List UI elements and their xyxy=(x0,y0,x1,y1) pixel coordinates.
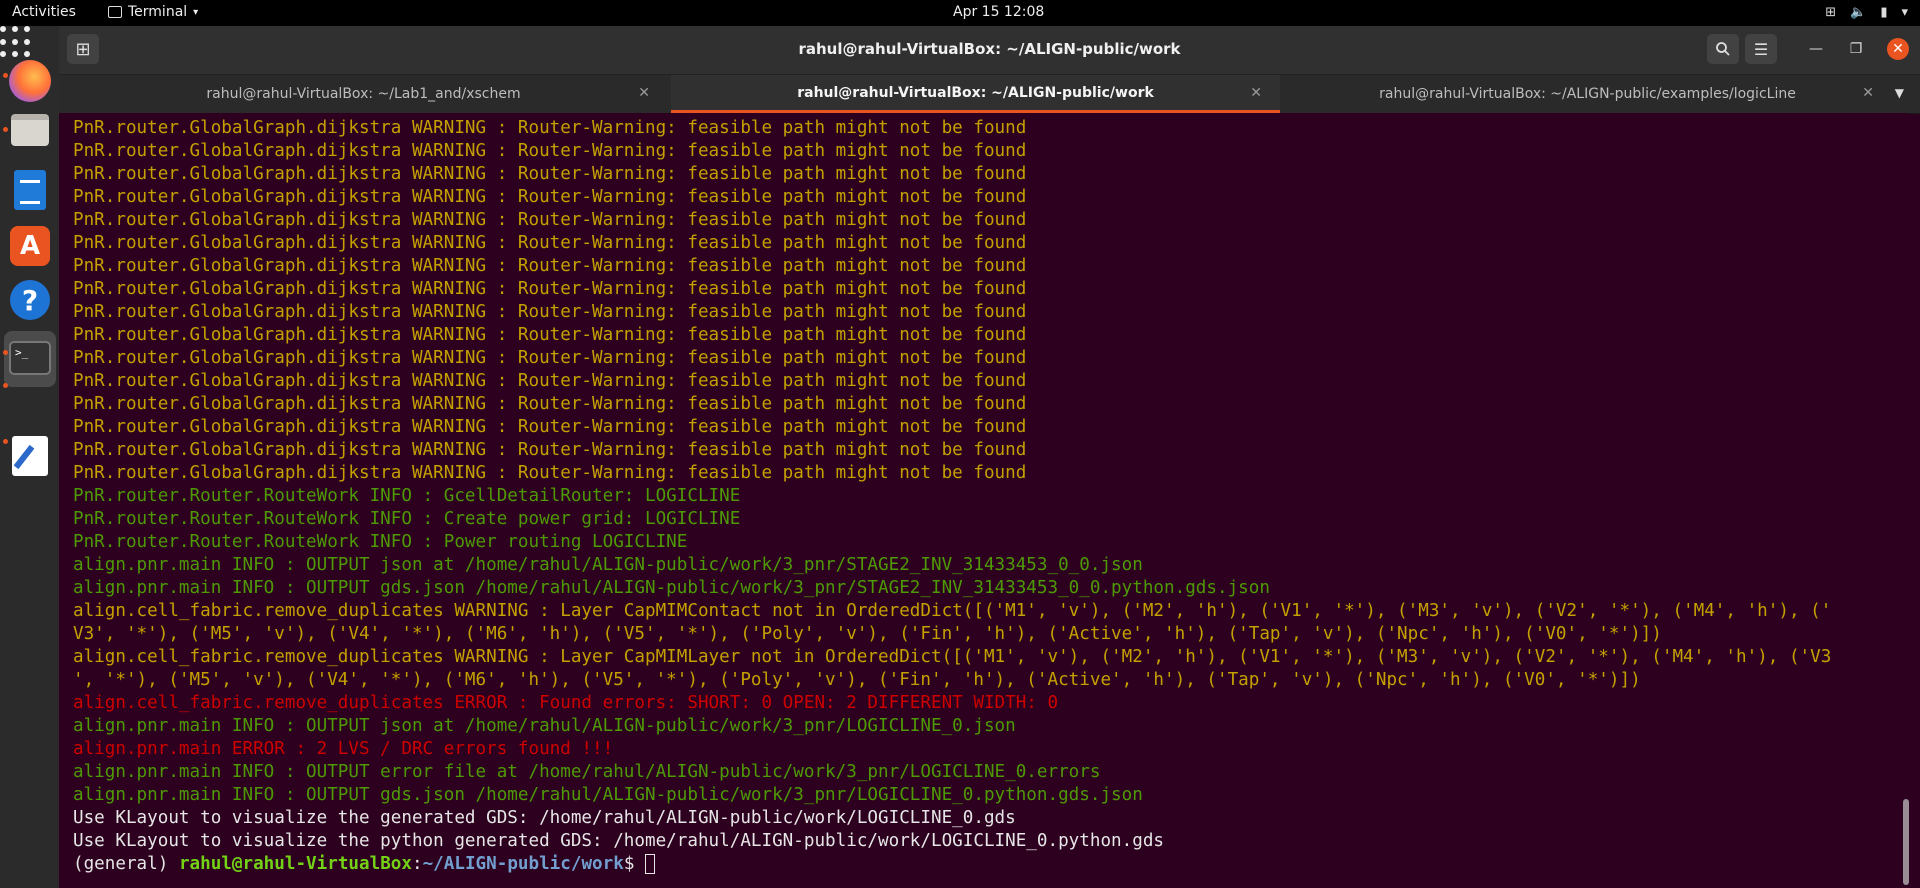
prompt-symbol: $ xyxy=(623,854,646,874)
prompt-separator: : xyxy=(411,854,423,874)
terminal-output[interactable]: PnR.router.GlobalGraph.dijkstra WARNING … xyxy=(59,113,1909,888)
prompt-user-host: rahul@rahul-VirtualBox xyxy=(178,854,412,874)
system-tray[interactable]: ⊞ 🔈 ▮ ▾ xyxy=(1825,5,1908,20)
minimize-button[interactable]: — xyxy=(1805,38,1827,60)
terminal-line: align.pnr.main INFO : OUTPUT json at /ho… xyxy=(73,716,1016,736)
power-menu-icon: ▾ xyxy=(1901,5,1908,20)
terminal-line: align.pnr.main INFO : OUTPUT gds.json /h… xyxy=(73,785,1143,805)
app-menu[interactable]: Terminal ▾ xyxy=(108,4,198,20)
tab-label: rahul@rahul-VirtualBox: ~/ALIGN-public/w… xyxy=(797,84,1154,101)
help-icon[interactable]: ? xyxy=(8,278,52,322)
terminal-line: align.cell_fabric.remove_duplicates WARN… xyxy=(73,647,1832,667)
search-icon xyxy=(1716,42,1730,56)
close-icon[interactable]: ✕ xyxy=(1250,85,1262,101)
terminal-line: PnR.router.GlobalGraph.dijkstra WARNING … xyxy=(73,141,1027,161)
battery-icon: ▮ xyxy=(1880,5,1888,20)
running-indicator xyxy=(3,73,8,78)
search-button[interactable] xyxy=(1707,34,1739,64)
terminal-line: PnR.router.GlobalGraph.dijkstra WARNING … xyxy=(73,440,1027,460)
terminal-line: PnR.router.GlobalGraph.dijkstra WARNING … xyxy=(73,210,1027,230)
terminal-line: PnR.router.GlobalGraph.dijkstra WARNING … xyxy=(73,463,1027,483)
terminal-line: align.pnr.main ERROR : 2 LVS / DRC error… xyxy=(73,739,614,759)
terminal-line: PnR.router.GlobalGraph.dijkstra WARNING … xyxy=(73,348,1027,368)
window-header: ⊞ rahul@rahul-VirtualBox: ~/ALIGN-public… xyxy=(59,26,1920,75)
files-icon[interactable] xyxy=(8,108,52,152)
terminal-line: PnR.router.GlobalGraph.dijkstra WARNING … xyxy=(73,325,1027,345)
scrollbar[interactable] xyxy=(1903,799,1909,885)
volume-icon: 🔈 xyxy=(1850,5,1867,20)
close-icon: ✕ xyxy=(1892,41,1904,57)
terminal-line: PnR.router.GlobalGraph.dijkstra WARNING … xyxy=(73,256,1027,276)
terminal-line: PnR.router.GlobalGraph.dijkstra WARNING … xyxy=(73,394,1027,414)
tab-align-work[interactable]: rahul@rahul-VirtualBox: ~/ALIGN-public/w… xyxy=(671,75,1280,113)
firefox-icon[interactable] xyxy=(9,60,51,102)
close-icon[interactable]: ✕ xyxy=(638,85,650,101)
caret-down-icon: ▾ xyxy=(193,6,199,18)
terminal-line: Use KLayout to visualize the python gene… xyxy=(73,831,1165,851)
terminal-line: PnR.router.Router.RouteWork INFO : Creat… xyxy=(73,509,741,529)
tab-label: rahul@rahul-VirtualBox: ~/ALIGN-public/e… xyxy=(1379,86,1796,102)
terminal-line: align.pnr.main INFO : OUTPUT gds.json /h… xyxy=(73,578,1270,598)
terminal-line: PnR.router.GlobalGraph.dijkstra WARNING … xyxy=(73,302,1027,322)
hamburger-menu-icon: ☰ xyxy=(1753,39,1769,59)
network-icon: ⊞ xyxy=(1825,5,1837,20)
running-indicator xyxy=(3,383,8,388)
terminal-lines: PnR.router.GlobalGraph.dijkstra WARNING … xyxy=(73,117,1893,876)
dock: A ? >_ xyxy=(0,26,59,888)
tabs-dropdown-icon[interactable]: ▼ xyxy=(1895,86,1904,100)
tab-label: rahul@rahul-VirtualBox: ~/Lab1_and/xsche… xyxy=(206,86,521,102)
libreoffice-writer-icon[interactable] xyxy=(8,168,52,212)
terminal-app-icon xyxy=(108,6,122,18)
terminal-line: PnR.router.GlobalGraph.dijkstra WARNING … xyxy=(73,233,1027,253)
text-cursor xyxy=(645,854,656,874)
terminal-line: PnR.router.GlobalGraph.dijkstra WARNING … xyxy=(73,417,1027,437)
tab-bar: rahul@rahul-VirtualBox: ~/Lab1_and/xsche… xyxy=(59,75,1920,114)
app-menu-label: Terminal xyxy=(128,4,188,20)
tab-lab1-xschem[interactable]: rahul@rahul-VirtualBox: ~/Lab1_and/xsche… xyxy=(59,75,668,113)
terminal-line: PnR.router.GlobalGraph.dijkstra WARNING … xyxy=(73,164,1027,184)
terminal-line: V3', '*'), ('M5', 'v'), ('V4', '*'), ('M… xyxy=(73,624,1662,644)
minimize-icon: — xyxy=(1809,41,1823,57)
text-editor-icon[interactable] xyxy=(8,434,52,478)
maximize-button[interactable]: ❐ xyxy=(1845,38,1867,60)
terminal-line: align.cell_fabric.remove_duplicates WARN… xyxy=(73,601,1832,621)
terminal-line: PnR.router.Router.RouteWork INFO : Power… xyxy=(73,532,688,552)
shell-prompt[interactable]: (general) rahul@rahul-VirtualBox:~/ALIGN… xyxy=(73,853,1893,876)
top-bar: Activities Terminal ▾ Apr 15 12:08 ⊞ 🔈 ▮… xyxy=(0,0,1920,26)
close-button[interactable]: ✕ xyxy=(1887,38,1909,60)
menu-button[interactable]: ☰ xyxy=(1745,34,1777,64)
maximize-icon: ❐ xyxy=(1849,41,1863,57)
clock[interactable]: Apr 15 12:08 xyxy=(953,4,1044,20)
activities-button[interactable]: Activities xyxy=(12,4,76,20)
terminal-icon[interactable]: >_ xyxy=(8,336,52,380)
terminal-line: PnR.router.GlobalGraph.dijkstra WARNING … xyxy=(73,187,1027,207)
window-title: rahul@rahul-VirtualBox: ~/ALIGN-public/w… xyxy=(798,40,1181,58)
terminal-line: PnR.router.GlobalGraph.dijkstra WARNING … xyxy=(73,279,1027,299)
show-applications-icon[interactable] xyxy=(0,26,32,58)
terminal-line: Use KLayout to visualize the generated G… xyxy=(73,808,1016,828)
terminal-line: align.cell_fabric.remove_duplicates ERRO… xyxy=(73,693,1059,713)
prompt-path: ~/ALIGN-public/work xyxy=(422,854,624,874)
terminal-line: PnR.router.GlobalGraph.dijkstra WARNING … xyxy=(73,371,1027,391)
software-store-icon[interactable]: A xyxy=(8,224,52,268)
close-icon[interactable]: ✕ xyxy=(1862,85,1874,101)
tab-align-logicline[interactable]: rahul@rahul-VirtualBox: ~/ALIGN-public/e… xyxy=(1283,75,1892,113)
terminal-line: align.pnr.main INFO : OUTPUT error file … xyxy=(73,762,1101,782)
terminal-line: align.pnr.main INFO : OUTPUT json at /ho… xyxy=(73,555,1143,575)
terminal-line: PnR.router.GlobalGraph.dijkstra WARNING … xyxy=(73,118,1027,138)
terminal-line: PnR.router.Router.RouteWork INFO : Gcell… xyxy=(73,486,741,506)
terminal-line: ', '*'), ('M5', 'v'), ('V4', '*'), ('M6'… xyxy=(73,670,1641,690)
prompt-env: (general) xyxy=(73,854,179,874)
